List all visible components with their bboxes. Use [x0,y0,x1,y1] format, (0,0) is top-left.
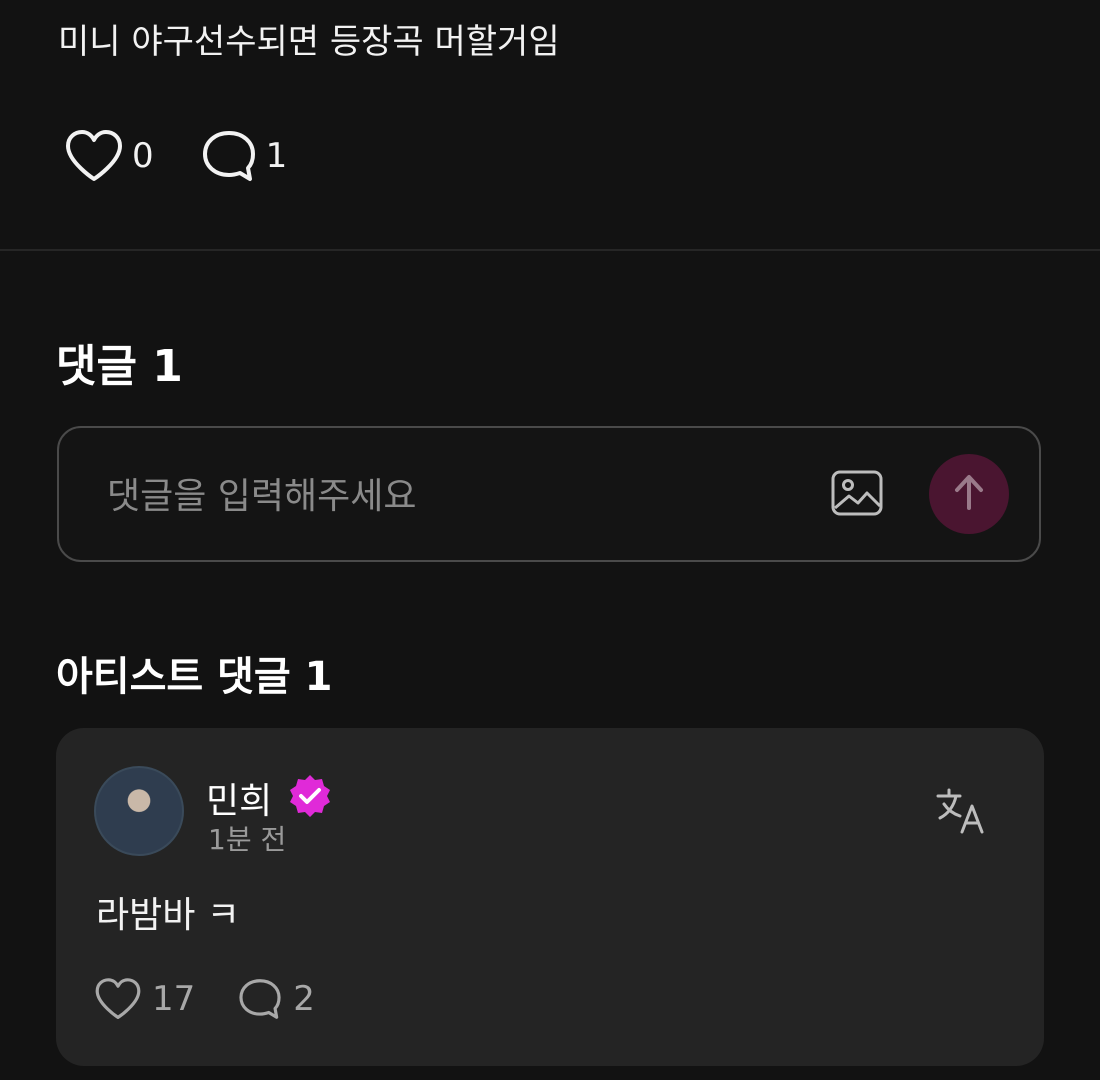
post-text: 미니 야구선수되면 등장곡 머할거임 [58,22,560,62]
heart-icon [64,129,124,183]
send-button[interactable] [929,454,1009,534]
artist-comment-card: 민희 1분 전 라밤바 ㅋ 17 2 [56,728,1044,1066]
post-like-count: 0 [132,136,154,176]
speech-bubble-icon [200,129,258,183]
post-like-button[interactable]: 0 [64,129,154,183]
translate-icon [934,788,990,840]
post-comment-count: 1 [265,136,288,176]
comment-input[interactable] [105,464,809,528]
arrow-up-icon [952,472,986,516]
heart-icon [94,977,142,1021]
translate-button[interactable] [934,786,990,836]
comment-like-count: 17 [152,979,196,1019]
author-name[interactable]: 민희 [206,772,272,824]
comment-reply-button[interactable]: 2 [237,977,315,1021]
comment-like-button[interactable]: 17 [94,977,195,1021]
verified-badge-icon [287,773,333,819]
comment-reply-count: 2 [293,979,315,1019]
post-comment-button[interactable]: 1 [200,129,288,183]
post-reactions: 0 1 [64,128,333,184]
speech-bubble-icon [237,977,283,1021]
attach-image-button[interactable] [829,466,885,522]
image-icon [829,470,885,526]
comment-reactions: 17 2 [94,974,357,1024]
avatar[interactable] [94,766,184,856]
comment-input-box [57,426,1041,562]
divider [0,249,1100,251]
comment-body: 라밤바 ㅋ [96,895,240,936]
artist-comments-title: 아티스트 댓글 1 [56,654,333,700]
comments-title: 댓글 1 [56,341,183,392]
comment-timestamp: 1분 전 [208,823,287,856]
